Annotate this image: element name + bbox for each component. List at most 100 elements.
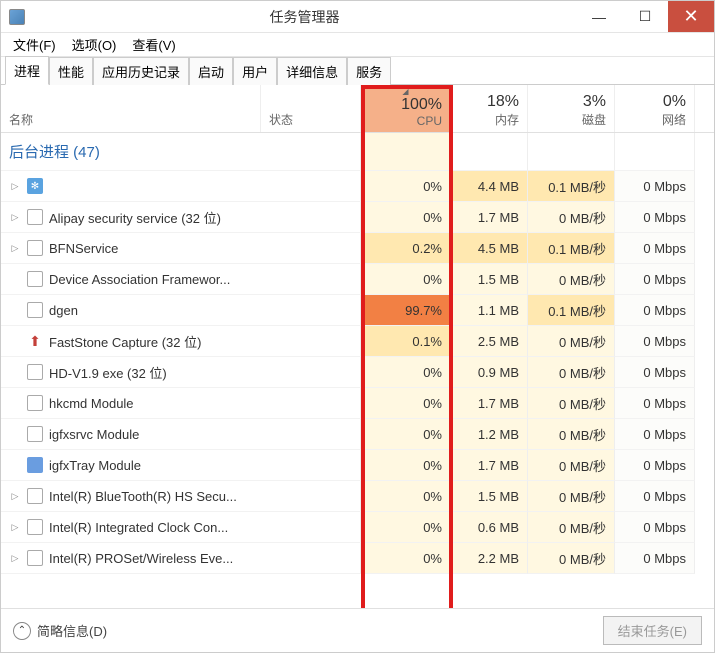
- window-title: 任务管理器: [33, 7, 576, 27]
- process-name-cell: dgen: [1, 295, 361, 326]
- expand-arrow-icon[interactable]: ▷: [9, 491, 21, 502]
- fewer-details-label: 简略信息(D): [37, 621, 107, 640]
- minimize-button[interactable]: —: [576, 1, 622, 32]
- disk-label: 磁盘: [582, 111, 606, 128]
- col-status-label: 状态: [269, 111, 352, 128]
- window-controls: — ☐ ✕: [576, 1, 714, 32]
- mem-cell: 1.2 MB: [451, 419, 528, 450]
- process-name-cell: Device Association Framewor...: [1, 264, 361, 295]
- cpu-cell: 0%: [361, 419, 451, 450]
- mem-cell: 2.2 MB: [451, 543, 528, 574]
- fewer-details-button[interactable]: ⌃ 简略信息(D): [13, 621, 107, 640]
- group-header-row[interactable]: 后台进程 (47): [1, 133, 714, 171]
- menu-file[interactable]: 文件(F): [5, 35, 64, 54]
- tab-app-history[interactable]: 应用历史记录: [93, 57, 189, 85]
- cpu-cell: 0%: [361, 543, 451, 574]
- table-row[interactable]: Device Association Framewor...0%1.5 MB0 …: [1, 264, 714, 295]
- app-icon: [27, 395, 43, 411]
- end-task-button[interactable]: 结束任务(E): [603, 616, 702, 645]
- process-name-cell: hkcmd Module: [1, 388, 361, 419]
- col-header-mem[interactable]: 18% 内存: [451, 85, 528, 132]
- tab-processes[interactable]: 进程: [5, 56, 49, 85]
- maximize-button[interactable]: ☐: [622, 1, 668, 32]
- cpu-cell: 0%: [361, 388, 451, 419]
- col-header-disk[interactable]: 3% 磁盘: [528, 85, 615, 132]
- table-header: 名称 状态 ◢ 100% CPU 18% 内存 3% 磁盘 0% 网络: [1, 85, 714, 133]
- cpu-cell: 0.1%: [361, 326, 451, 357]
- mem-cell: 0.9 MB: [451, 357, 528, 388]
- table-row[interactable]: ▷Intel(R) BlueTooth(R) HS Secu...0%1.5 M…: [1, 481, 714, 512]
- app-icon: [27, 519, 43, 535]
- table-row[interactable]: ▷BFNService0.2%4.5 MB0.1 MB/秒0 Mbps: [1, 233, 714, 264]
- table-row[interactable]: igfxTray Module0%1.7 MB0 MB/秒0 Mbps: [1, 450, 714, 481]
- expand-arrow-icon[interactable]: ▷: [9, 553, 21, 564]
- process-name-cell: igfxsrvc Module: [1, 419, 361, 450]
- app-icon: [9, 9, 25, 25]
- table-row[interactable]: ▷ Intel(R) PROSet/Wireless Eve... 0%2.2 MB…: [1, 543, 714, 574]
- col-header-cpu[interactable]: ◢ 100% CPU: [361, 85, 451, 132]
- app-icon: [27, 240, 43, 256]
- net-cell: 0 Mbps: [615, 419, 695, 450]
- table-body[interactable]: 后台进程 (47) ▷✻0%4.4 MB0.1 MB/秒0 Mbps▷Alipa…: [1, 133, 714, 608]
- disk-cell: 0.1 MB/秒: [528, 295, 615, 326]
- net-cell: 0 Mbps: [615, 450, 695, 481]
- expand-arrow-icon[interactable]: ▷: [9, 243, 21, 254]
- col-header-status[interactable]: 状态: [261, 85, 361, 132]
- mem-cell: 0.6 MB: [451, 512, 528, 543]
- mem-cell: 1.7 MB: [451, 388, 528, 419]
- net-cell: 0 Mbps: [615, 202, 695, 233]
- process-name-label: FastStone Capture (32 位): [49, 332, 201, 351]
- app-icon: [27, 271, 43, 287]
- mem-cell: 1.7 MB: [451, 450, 528, 481]
- process-name-label: hkcmd Module: [49, 396, 134, 411]
- tab-startup[interactable]: 启动: [189, 57, 233, 85]
- cpu-cell: 0%: [361, 512, 451, 543]
- menubar: 文件(F) 选项(O) 查看(V): [1, 33, 714, 57]
- tab-users[interactable]: 用户: [233, 57, 277, 85]
- mem-cell: 4.5 MB: [451, 233, 528, 264]
- process-name-cell: igfxTray Module: [1, 450, 361, 481]
- cpu-cell: 0%: [361, 450, 451, 481]
- process-name-label: Intel(R) Integrated Clock Con...: [49, 520, 228, 535]
- process-name-label: dgen: [49, 303, 78, 318]
- expand-arrow-icon[interactable]: ▷: [9, 212, 21, 223]
- process-name-label: BFNService: [49, 241, 118, 256]
- process-name-label: Intel(R) PROSet/Wireless Eve...: [49, 551, 233, 566]
- cpu-pct: 100%: [401, 96, 442, 114]
- col-header-name[interactable]: 名称: [1, 85, 261, 132]
- tab-details[interactable]: 详细信息: [277, 57, 347, 85]
- table-row[interactable]: dgen99.7%1.1 MB0.1 MB/秒0 Mbps: [1, 295, 714, 326]
- tab-services[interactable]: 服务: [347, 57, 391, 85]
- gear-icon: ✻: [27, 178, 43, 194]
- disk-cell: 0 MB/秒: [528, 357, 615, 388]
- disk-cell: 0 MB/秒: [528, 543, 615, 574]
- net-cell: 0 Mbps: [615, 512, 695, 543]
- process-table: 名称 状态 ◢ 100% CPU 18% 内存 3% 磁盘 0% 网络 后台进程…: [1, 85, 714, 608]
- expand-arrow-icon[interactable]: ▷: [9, 181, 21, 192]
- cpu-cell: 0%: [361, 357, 451, 388]
- table-row[interactable]: hkcmd Module0%1.7 MB0 MB/秒0 Mbps: [1, 388, 714, 419]
- menu-options[interactable]: 选项(O): [64, 35, 125, 54]
- menu-view[interactable]: 查看(V): [124, 35, 183, 54]
- table-row[interactable]: ▷Alipay security service (32 位)0%1.7 MB0…: [1, 202, 714, 233]
- net-cell: 0 Mbps: [615, 481, 695, 512]
- disk-cell: 0 MB/秒: [528, 450, 615, 481]
- tab-performance[interactable]: 性能: [49, 57, 93, 85]
- cpu-cell: 0%: [361, 171, 451, 202]
- tabbar: 进程 性能 应用历史记录 启动 用户 详细信息 服务: [1, 57, 714, 85]
- close-button[interactable]: ✕: [668, 1, 714, 32]
- net-pct: 0%: [663, 93, 686, 111]
- table-row[interactable]: ⬆FastStone Capture (32 位)0.1%2.5 MB0 MB/…: [1, 326, 714, 357]
- expand-arrow-icon[interactable]: ▷: [9, 522, 21, 533]
- process-name-cell: ▷ Intel(R) Integrated Clock Con...: [1, 512, 361, 543]
- net-cell: 0 Mbps: [615, 543, 695, 574]
- table-row[interactable]: ▷✻0%4.4 MB0.1 MB/秒0 Mbps: [1, 171, 714, 202]
- app-icon: [27, 209, 43, 225]
- table-row[interactable]: HD-V1.9 exe (32 位)0%0.9 MB0 MB/秒0 Mbps: [1, 357, 714, 388]
- mem-cell: 2.5 MB: [451, 326, 528, 357]
- table-row[interactable]: igfxsrvc Module0%1.2 MB0 MB/秒0 Mbps: [1, 419, 714, 450]
- col-header-net[interactable]: 0% 网络: [615, 85, 695, 132]
- disk-cell: 0.1 MB/秒: [528, 171, 615, 202]
- table-row[interactable]: ▷ Intel(R) Integrated Clock Con... 0%0.6 M…: [1, 512, 714, 543]
- chevron-up-icon: ⌃: [13, 622, 31, 640]
